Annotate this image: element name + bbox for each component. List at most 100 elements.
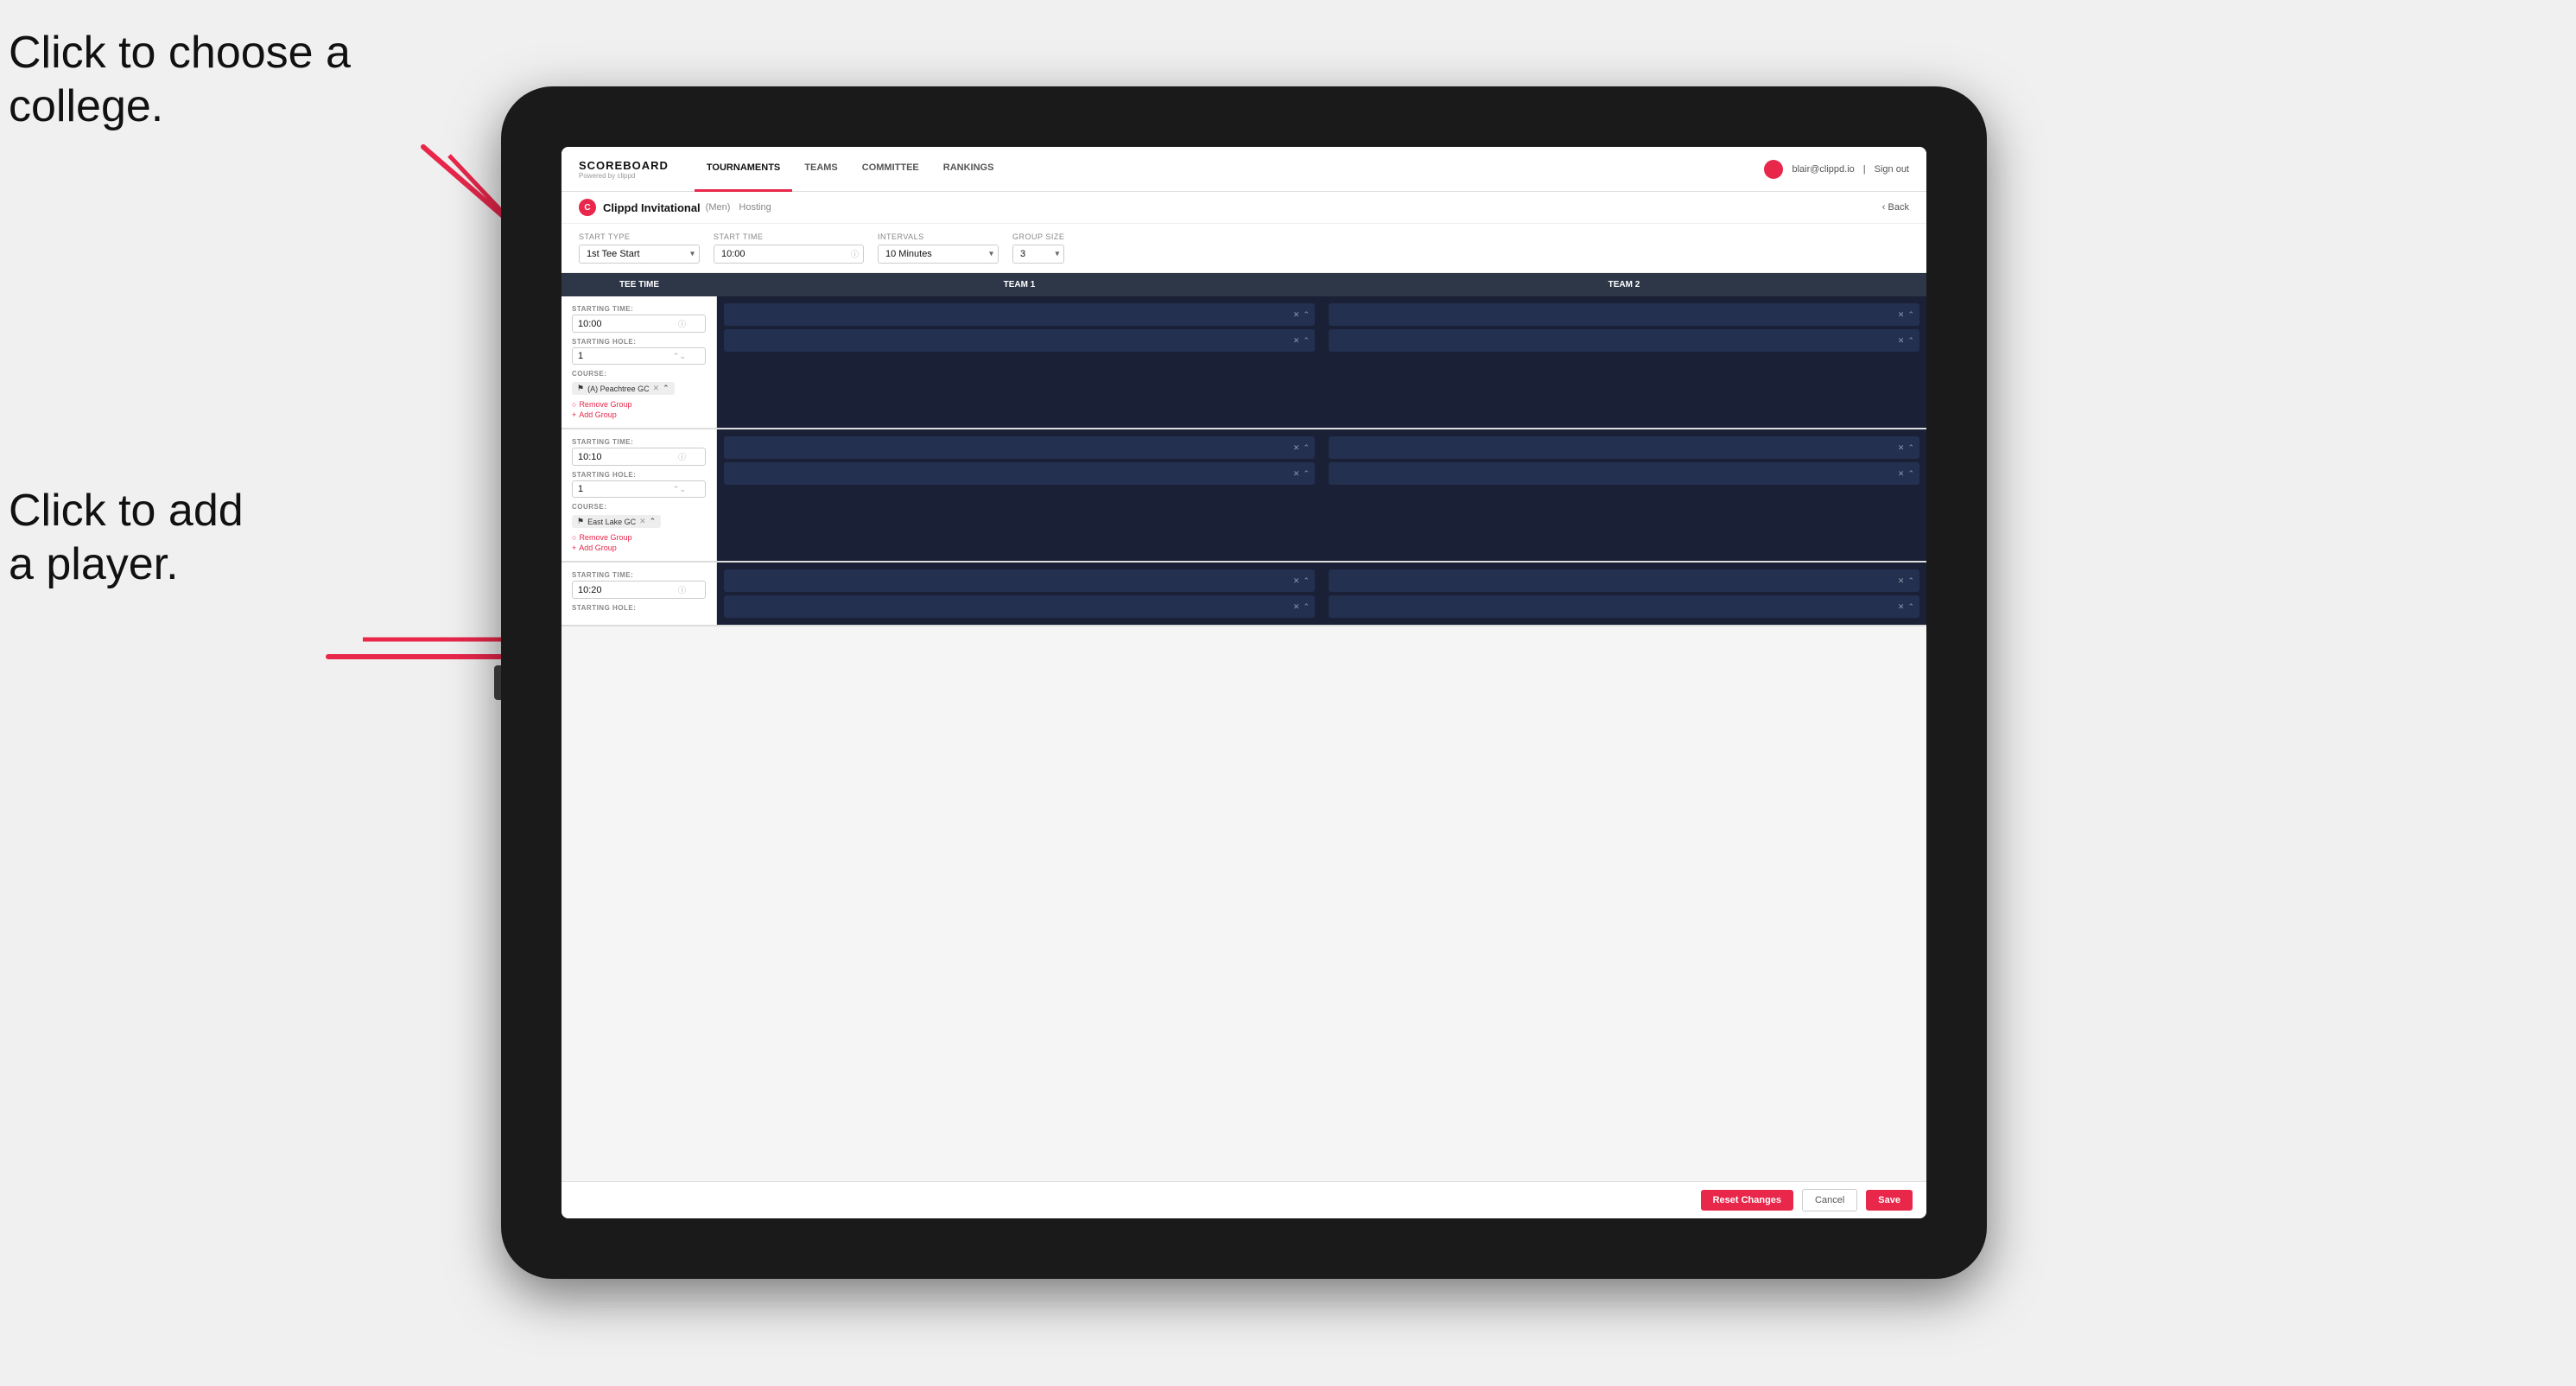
slot-edit-btn-1-4[interactable]: ⌃ [1907, 336, 1914, 346]
intervals-label: Intervals [878, 232, 999, 241]
start-time-info-icon: ⓘ [851, 249, 859, 260]
starting-time-label-3: STARTING TIME: [572, 571, 706, 579]
back-button[interactable]: ‹ Back [1882, 202, 1909, 213]
add-group-2[interactable]: + Add Group [572, 544, 706, 552]
slot-x-btn-2-2[interactable]: ✕ [1293, 469, 1300, 479]
nav-rankings[interactable]: RANKINGS [931, 147, 1006, 192]
slot-edit-btn-1-2[interactable]: ⌃ [1303, 336, 1310, 346]
nav-separator: | [1863, 164, 1866, 175]
user-email: blair@clippd.io [1792, 164, 1854, 175]
starting-time-value-1[interactable]: 10:00 ⓘ [572, 315, 706, 333]
start-time-group: Start Time ⓘ [714, 232, 864, 264]
player-slot-2-1[interactable]: ✕ ⌃ [724, 436, 1315, 459]
player-slot-1-1[interactable]: ✕ ⌃ [724, 303, 1315, 326]
intervals-select[interactable]: 10 Minutes [878, 245, 999, 264]
remove-group-1[interactable]: ○ Remove Group [572, 400, 706, 409]
starting-time-value-2[interactable]: 10:10 ⓘ [572, 448, 706, 466]
nav-user: blair@clippd.io | Sign out [1764, 160, 1909, 179]
course-tag-1[interactable]: ⚑ (A) Peachtree GC ✕ ⌃ [572, 382, 675, 395]
slot-edit-btn-3-1[interactable]: ⌃ [1303, 576, 1310, 586]
slot-actions-1-1: ✕ ⌃ [1293, 310, 1310, 320]
start-time-input-wrap: ⓘ [714, 245, 864, 264]
col-team2: Team 2 [1322, 273, 1926, 296]
slot-edit-btn-3-3[interactable]: ⌃ [1907, 576, 1914, 586]
slot-x-btn-1-2[interactable]: ✕ [1293, 336, 1300, 346]
start-type-select-wrap: 1st Tee Start [579, 245, 700, 264]
slot-x-btn-3-2[interactable]: ✕ [1293, 602, 1300, 612]
slot-x-btn-2-1[interactable]: ✕ [1293, 443, 1300, 453]
player-slot-3-2[interactable]: ✕ ⌃ [724, 595, 1315, 618]
remove-group-2[interactable]: ○ Remove Group [572, 533, 706, 542]
player-slot-2-2[interactable]: ✕ ⌃ [724, 462, 1315, 485]
nav-tournaments[interactable]: TOURNAMENTS [695, 147, 792, 192]
player-slot-1-4[interactable]: ✕ ⌃ [1329, 329, 1919, 352]
starting-time-value-3[interactable]: 10:20 ⓘ [572, 581, 706, 599]
annotation-choose-college: Click to choose a college. [9, 26, 351, 134]
tournament-name: Clippd Invitational [603, 201, 701, 214]
slot-actions-2-2: ✕ ⌃ [1293, 469, 1310, 479]
slot-edit-btn-2-4[interactable]: ⌃ [1907, 469, 1914, 479]
group-size-select[interactable]: 3 [1012, 245, 1064, 264]
group-2: STARTING TIME: 10:10 ⓘ STARTING HOLE: 1 … [562, 429, 1926, 563]
slot-edit-btn-2-3[interactable]: ⌃ [1907, 443, 1914, 453]
start-time-label: Start Time [714, 232, 864, 241]
slot-edit-btn-3-2[interactable]: ⌃ [1303, 602, 1310, 612]
player-slot-1-3[interactable]: ✕ ⌃ [1329, 303, 1919, 326]
col-tee-time: Tee Time [562, 273, 717, 296]
player-slot-2-4[interactable]: ✕ ⌃ [1329, 462, 1919, 485]
starting-hole-value-2[interactable]: 1 ⌃⌄ [572, 480, 706, 498]
group-3-team2: ✕ ⌃ ✕ ⌃ [1322, 563, 1926, 625]
player-slot-1-2[interactable]: ✕ ⌃ [724, 329, 1315, 352]
nav-teams[interactable]: TEAMS [792, 147, 850, 192]
cancel-button[interactable]: Cancel [1802, 1189, 1857, 1211]
hole-arrow-icon-1: ⌃⌄ [673, 352, 686, 361]
reset-changes-button[interactable]: Reset Changes [1701, 1190, 1793, 1211]
intervals-group: Intervals 10 Minutes [878, 232, 999, 264]
save-button[interactable]: Save [1866, 1190, 1913, 1211]
tablet-frame: SCOREBOARD Powered by clippd TOURNAMENTS… [501, 86, 1987, 1279]
slot-x-btn-3-3[interactable]: ✕ [1898, 576, 1905, 586]
start-type-select[interactable]: 1st Tee Start [579, 245, 700, 264]
time-info-icon-2: ⓘ [678, 451, 686, 462]
slot-edit-btn-2-2[interactable]: ⌃ [1303, 469, 1310, 479]
group-3-team1: ✕ ⌃ ✕ ⌃ [717, 563, 1322, 625]
sign-out-link[interactable]: Sign out [1875, 164, 1909, 175]
slot-actions-3-2: ✕ ⌃ [1293, 602, 1310, 612]
slot-x-btn-2-3[interactable]: ✕ [1898, 443, 1905, 453]
course-tag-2[interactable]: ⚑ East Lake GC ✕ ⌃ [572, 515, 661, 528]
course-remove-1[interactable]: ✕ [653, 384, 660, 393]
group-size-group: Group Size 3 [1012, 232, 1064, 264]
group-2-team2: ✕ ⌃ ✕ ⌃ [1322, 429, 1926, 561]
player-slot-3-1[interactable]: ✕ ⌃ [724, 569, 1315, 592]
brand-logo: SCOREBOARD Powered by clippd [579, 159, 669, 180]
slot-edit-btn-3-4[interactable]: ⌃ [1907, 602, 1914, 612]
starting-time-label-2: STARTING TIME: [572, 438, 706, 446]
course-tag-icon: ⚑ [577, 384, 584, 393]
tournament-logo: C [579, 199, 596, 216]
slot-edit-btn-1-1[interactable]: ⌃ [1303, 310, 1310, 320]
group-2-left: STARTING TIME: 10:10 ⓘ STARTING HOLE: 1 … [562, 429, 717, 561]
course-name-2: East Lake GC [587, 518, 636, 526]
starting-hole-value-1[interactable]: 1 ⌃⌄ [572, 347, 706, 365]
group-1-team1: ✕ ⌃ ✕ ⌃ [717, 296, 1322, 428]
slot-x-btn-1-3[interactable]: ✕ [1898, 310, 1905, 320]
starting-hole-label-1: STARTING HOLE: [572, 338, 706, 346]
slot-x-btn-1-1[interactable]: ✕ [1293, 310, 1300, 320]
slot-x-btn-2-4[interactable]: ✕ [1898, 469, 1905, 479]
slot-x-btn-3-1[interactable]: ✕ [1293, 576, 1300, 586]
starting-hole-label-2: STARTING HOLE: [572, 471, 706, 479]
player-slot-3-4[interactable]: ✕ ⌃ [1329, 595, 1919, 618]
player-slot-2-3[interactable]: ✕ ⌃ [1329, 436, 1919, 459]
slot-x-btn-3-4[interactable]: ✕ [1898, 602, 1905, 612]
start-type-group: Start Type 1st Tee Start [579, 232, 700, 264]
course-label-2: COURSE: [572, 503, 706, 511]
course-remove-2[interactable]: ✕ [639, 517, 646, 526]
slot-edit-btn-2-1[interactable]: ⌃ [1303, 443, 1310, 453]
player-slot-3-3[interactable]: ✕ ⌃ [1329, 569, 1919, 592]
start-time-input[interactable] [714, 245, 864, 264]
slot-x-btn-1-4[interactable]: ✕ [1898, 336, 1905, 346]
add-group-1[interactable]: + Add Group [572, 410, 706, 419]
nav-bar: SCOREBOARD Powered by clippd TOURNAMENTS… [562, 147, 1926, 192]
nav-committee[interactable]: COMMITTEE [850, 147, 931, 192]
slot-edit-btn-1-3[interactable]: ⌃ [1907, 310, 1914, 320]
